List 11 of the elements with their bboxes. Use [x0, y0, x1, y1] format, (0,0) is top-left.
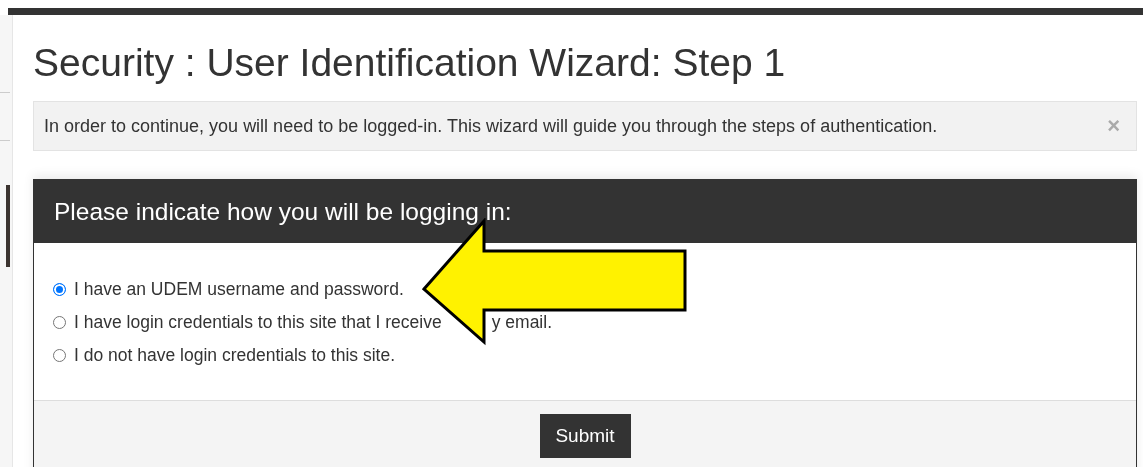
option-label: I have an UDEM username and password. [74, 279, 404, 300]
option-label: I have login credentials to this site that I receive [74, 312, 442, 333]
submit-button[interactable]: Submit [539, 414, 631, 458]
radio-button[interactable] [53, 316, 66, 329]
alert-message: In order to continue, you will need to be logged-in. This wizard will guide you through the steps of authentication. [44, 115, 939, 137]
card-header: Please indicate how you will be logging in: [34, 180, 1136, 243]
radio-button[interactable] [53, 283, 66, 296]
page-title: Security : User Identification Wizard: Step 1 [33, 43, 787, 82]
option-label: y email. [491, 312, 552, 333]
option-label: I do not have login credentials to this site. [74, 345, 396, 366]
radio-button[interactable] [53, 349, 66, 362]
